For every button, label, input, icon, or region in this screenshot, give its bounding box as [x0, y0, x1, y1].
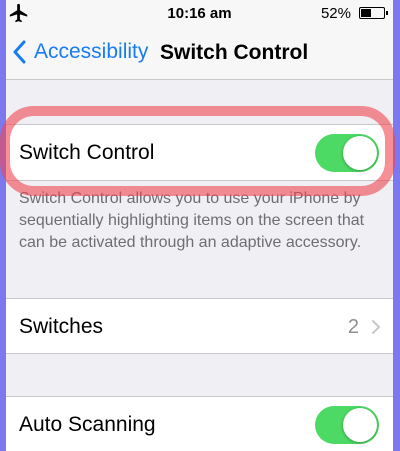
- phone-screen: 10:16 am 52% Accessibility Switch Contro…: [6, 0, 393, 451]
- toggle-knob: [343, 136, 377, 170]
- switch-control-toggle[interactable]: [315, 134, 379, 172]
- chevron-right-icon: [372, 320, 380, 334]
- toggle-knob: [343, 408, 377, 442]
- switch-control-description: Switch Control allows you to use your iP…: [19, 190, 365, 251]
- page-title: Switch Control: [160, 41, 309, 64]
- switch-control-label: Switch Control: [19, 141, 155, 164]
- switches-row[interactable]: Switches 2: [6, 298, 393, 354]
- switches-count: 2: [347, 316, 359, 338]
- status-bar: 10:16 am 52%: [6, 0, 393, 28]
- auto-scanning-row: Auto Scanning: [6, 396, 393, 451]
- battery-icon: [359, 7, 388, 19]
- back-button[interactable]: Accessibility: [12, 40, 148, 64]
- battery-percent: 52%: [320, 5, 351, 22]
- chevron-left-icon: [13, 40, 26, 64]
- auto-scanning-label: Auto Scanning: [19, 413, 156, 436]
- battery-level: [361, 9, 371, 17]
- navigation-bar: Accessibility Switch Control: [6, 28, 393, 80]
- switch-control-row: Switch Control: [6, 124, 393, 181]
- auto-scanning-toggle[interactable]: [315, 406, 379, 444]
- back-label: Accessibility: [34, 40, 149, 63]
- switches-label: Switches: [19, 315, 104, 338]
